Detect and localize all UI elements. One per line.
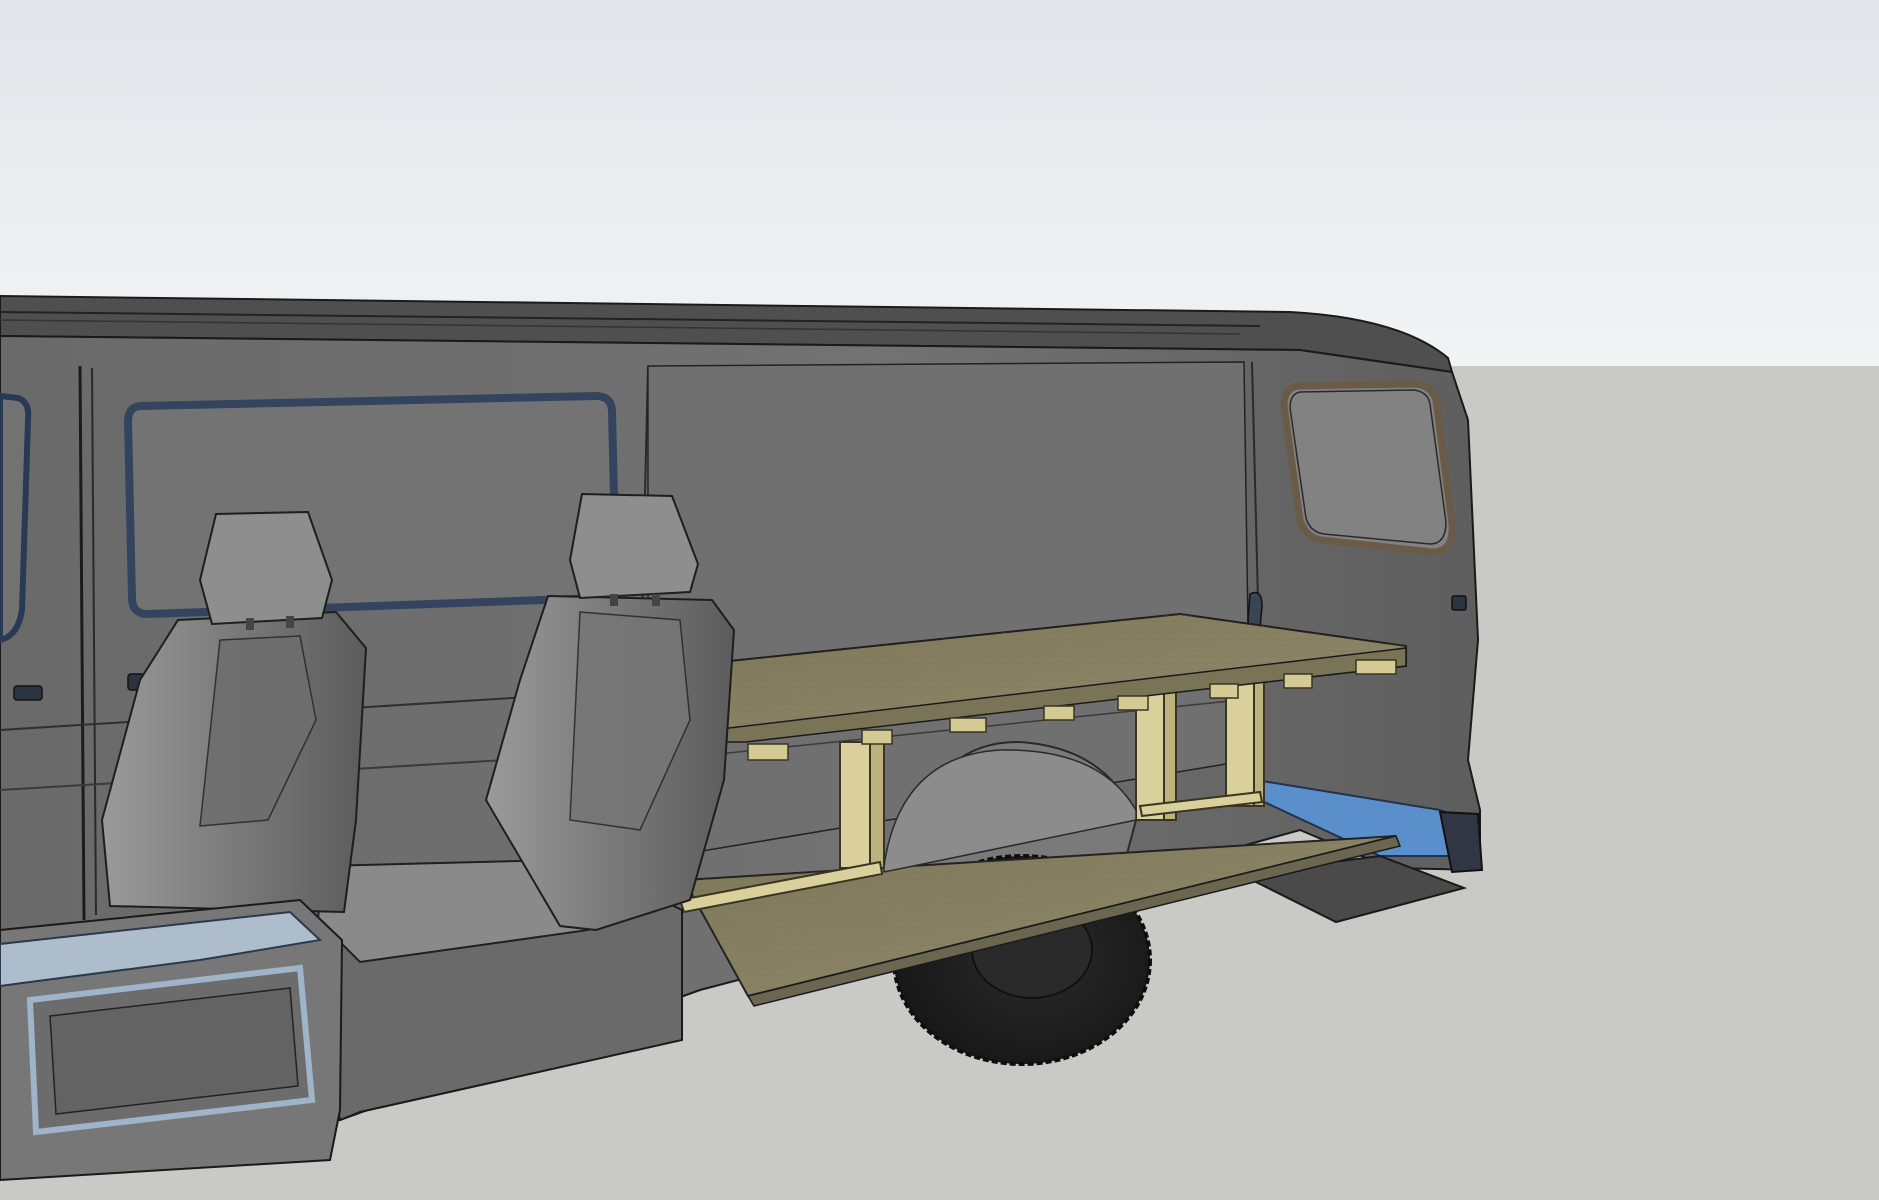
slat [1117,695,1149,711]
slat [747,743,789,761]
headrest-post [610,594,618,606]
door-handle[interactable] [1451,595,1467,611]
frame-leg [1253,679,1265,807]
frame-leg [869,741,885,869]
sketchup-viewport[interactable] [0,0,1879,1200]
slat [1283,673,1313,689]
slat [949,717,987,733]
front-window [0,392,32,644]
frame-leg [1163,689,1177,821]
rear-window [1280,380,1456,556]
slat [1043,705,1075,721]
slat [1209,683,1239,699]
headrest [198,510,334,626]
slat [1355,659,1397,675]
headrest-post [246,618,254,630]
headrest-post [652,594,660,606]
headrest-post [286,616,294,628]
door-handle[interactable] [13,685,43,701]
slat [861,729,893,745]
